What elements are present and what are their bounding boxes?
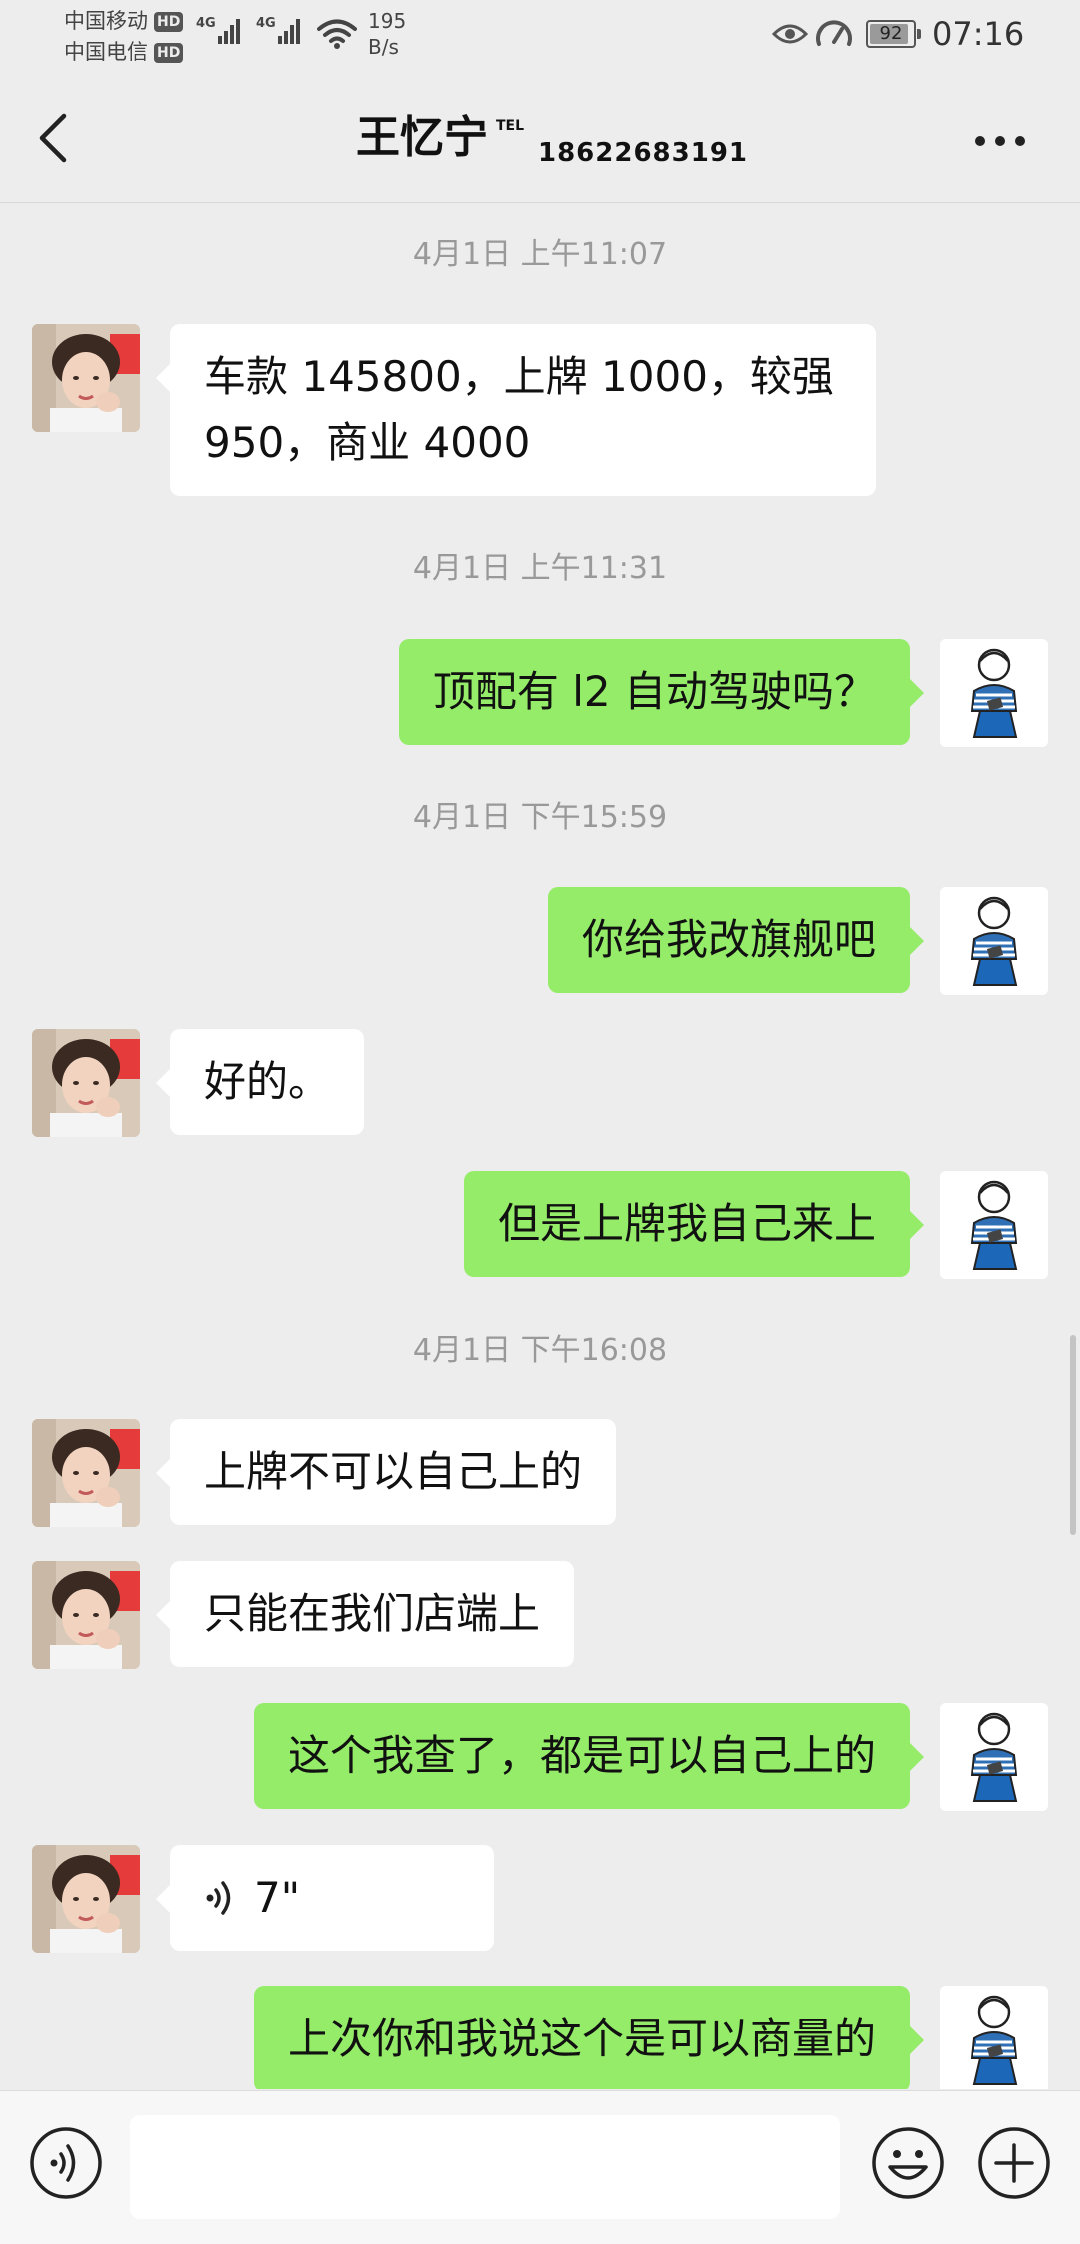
voice-duration: 7" bbox=[254, 1873, 301, 1922]
network-speed-unit: B/s bbox=[368, 35, 399, 59]
signal-1-label: 4G bbox=[196, 16, 216, 31]
input-bar bbox=[0, 2090, 1080, 2244]
carrier-2-name: 中国电信 bbox=[64, 40, 148, 64]
contact-avatar[interactable] bbox=[32, 324, 140, 432]
hd-badge: HD bbox=[154, 42, 184, 63]
contact-avatar[interactable] bbox=[32, 1419, 140, 1527]
more-options-icon[interactable] bbox=[970, 126, 1030, 156]
message-timestamp: 4月1日 下午16:08 bbox=[412, 1333, 668, 1368]
status-time: 07:16 bbox=[932, 15, 1025, 53]
message-text: 你给我改旗舰吧 bbox=[581, 915, 876, 964]
emoji-button[interactable] bbox=[870, 2125, 946, 2201]
outgoing-message-bubble[interactable]: 这个我查了，都是可以自己上的 bbox=[253, 1703, 925, 1809]
back-button[interactable] bbox=[34, 108, 74, 168]
message-timestamp: 4月1日 上午11:31 bbox=[412, 551, 668, 586]
voice-input-button[interactable] bbox=[28, 2125, 104, 2201]
outgoing-message-bubble[interactable]: 上次你和我说这个是可以商量的 bbox=[253, 1986, 925, 2089]
message-text: 但是上牌我自己来上 bbox=[497, 1199, 876, 1248]
message-list[interactable]: 4月1日 上午11:07 车款 145800，上牌 1000，较强 950，商业… bbox=[0, 203, 1080, 2089]
scrollbar[interactable] bbox=[1070, 1335, 1076, 1535]
incoming-message-bubble[interactable]: 上牌不可以自己上的 bbox=[155, 1419, 617, 1525]
user-avatar[interactable] bbox=[940, 1986, 1048, 2089]
carrier-1: 中国移动 HD bbox=[64, 6, 184, 37]
carrier-1-name: 中国移动 bbox=[64, 9, 148, 33]
user-avatar[interactable] bbox=[940, 639, 1048, 747]
more-functions-button[interactable] bbox=[976, 2125, 1052, 2201]
chat-screen: 中国移动 HD 中国电信 HD 4G 4G 195 B/s 92 07:16 王… bbox=[0, 0, 1080, 2244]
contact-avatar[interactable] bbox=[32, 1845, 140, 1953]
incoming-message-bubble[interactable]: 只能在我们店端上 bbox=[155, 1561, 575, 1667]
contact-avatar[interactable] bbox=[32, 1561, 140, 1669]
message-text: 只能在我们店端上 bbox=[204, 1589, 541, 1638]
message-text: 好的。 bbox=[204, 1057, 331, 1106]
incoming-message-bubble[interactable]: 好的。 bbox=[155, 1029, 365, 1135]
status-bar: 中国移动 HD 中国电信 HD 4G 4G 195 B/s 92 07:16 bbox=[0, 0, 1080, 72]
message-timestamp: 4月1日 上午11:07 bbox=[412, 237, 668, 272]
message-timestamp: 4月1日 下午15:59 bbox=[412, 800, 668, 835]
message-text: 上次你和我说这个是可以商量的 bbox=[287, 2014, 876, 2063]
eye-icon bbox=[772, 24, 808, 44]
message-text: 顶配有 l2 自动驾驶吗？ bbox=[432, 667, 876, 716]
signal-1-icon: 4G bbox=[196, 16, 242, 44]
chat-header: 王忆宁 TEL 18622683191 bbox=[0, 72, 1080, 203]
signal-2-label: 4G bbox=[256, 16, 276, 31]
user-avatar[interactable] bbox=[940, 1703, 1048, 1811]
incoming-message-bubble[interactable]: 车款 145800，上牌 1000，较强 950，商业 4000 bbox=[156, 324, 876, 496]
contact-avatar[interactable] bbox=[32, 1029, 140, 1137]
message-input[interactable] bbox=[130, 2115, 840, 2219]
user-avatar[interactable] bbox=[940, 1171, 1048, 1279]
voice-wave-icon bbox=[206, 1881, 231, 1915]
carrier-2: 中国电信 HD bbox=[64, 37, 184, 68]
outgoing-message-bubble[interactable]: 但是上牌我自己来上 bbox=[463, 1171, 925, 1277]
contact-phone[interactable]: 18622683191 bbox=[538, 136, 748, 170]
message-text: 这个我查了，都是可以自己上的 bbox=[287, 1731, 876, 1780]
network-speed: 195 B/s bbox=[368, 8, 406, 60]
battery-icon: 92 bbox=[866, 20, 921, 48]
carrier-info: 中国移动 HD 中国电信 HD bbox=[64, 6, 184, 68]
user-avatar[interactable] bbox=[940, 887, 1048, 995]
gauge-icon bbox=[816, 20, 852, 46]
network-speed-value: 195 bbox=[368, 9, 407, 33]
wifi-icon bbox=[317, 19, 357, 49]
outgoing-message-bubble[interactable]: 顶配有 l2 自动驾驶吗？ bbox=[398, 639, 925, 745]
message-text: 车款 145800，上牌 1000，较强 950，商业 4000 bbox=[204, 352, 834, 467]
message-text: 上牌不可以自己上的 bbox=[204, 1447, 583, 1496]
contact-name: 王忆宁 bbox=[356, 112, 488, 163]
tel-tag: TEL bbox=[496, 118, 525, 134]
voice-message-bubble[interactable]: 7" bbox=[156, 1845, 494, 1951]
battery-percent: 92 bbox=[879, 23, 903, 44]
outgoing-message-bubble[interactable]: 你给我改旗舰吧 bbox=[547, 887, 925, 993]
signal-2-icon: 4G bbox=[256, 16, 302, 44]
hd-badge: HD bbox=[154, 11, 184, 32]
